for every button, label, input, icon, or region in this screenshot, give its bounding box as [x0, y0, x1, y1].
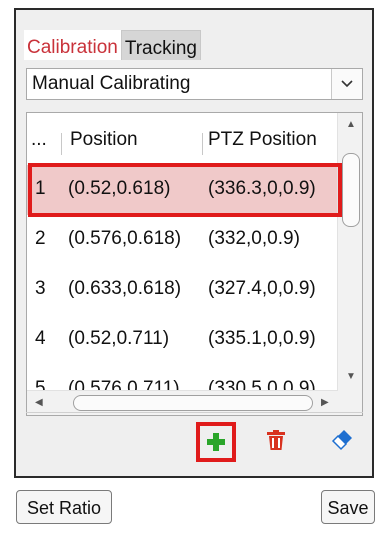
delete-point-button[interactable]: [260, 424, 292, 456]
row-position: (0.633,0.618): [68, 278, 182, 299]
horizontal-scroll-thumb[interactable]: [73, 395, 313, 411]
column-divider[interactable]: [202, 133, 203, 155]
row-position: (0.52,0.618): [68, 178, 171, 199]
row-ptz-position: (336.3,0,0.9): [208, 178, 316, 199]
tab-calibration[interactable]: Calibration: [24, 30, 121, 60]
vertical-scrollbar[interactable]: ▲ ▼: [337, 113, 362, 391]
column-divider[interactable]: [61, 133, 62, 155]
table-row[interactable]: 2 (0.576,0.618) (332,0,0.9): [27, 215, 338, 265]
scroll-right-arrow-icon[interactable]: ▶: [321, 397, 329, 408]
list-header: ... Position PTZ Position: [27, 113, 338, 169]
row-index: 2: [35, 228, 46, 249]
mode-select[interactable]: Manual Calibrating: [26, 68, 363, 100]
save-button[interactable]: Save: [321, 490, 375, 524]
tab-bar: Calibration Tracking: [24, 30, 201, 60]
row-index: 4: [35, 328, 46, 349]
scroll-left-arrow-icon[interactable]: ◀: [35, 397, 43, 408]
table-row[interactable]: 1 (0.52,0.618) (336.3,0,0.9): [27, 165, 338, 215]
row-index: 3: [35, 278, 46, 299]
calibration-point-list: ... Position PTZ Position 1 (0.52,0.618)…: [26, 112, 363, 416]
column-header-ptz-position[interactable]: PTZ Position: [208, 129, 317, 151]
mode-select-value: Manual Calibrating: [32, 73, 191, 94]
row-ptz-position: (327.4,0,0.9): [208, 278, 316, 299]
row-position: (0.576,0.618): [68, 228, 182, 249]
add-point-button[interactable]: [196, 422, 236, 462]
clear-points-button[interactable]: [326, 424, 358, 456]
column-header-position[interactable]: Position: [70, 129, 138, 151]
vertical-scroll-thumb[interactable]: [342, 153, 360, 227]
row-ptz-position: (335.1,0,0.9): [208, 328, 316, 349]
table-row[interactable]: 3 (0.633,0.618) (327.4,0,0.9): [27, 265, 338, 315]
scroll-up-arrow-icon[interactable]: ▲: [346, 119, 356, 130]
row-index: 1: [35, 178, 46, 199]
eraser-icon: [331, 430, 352, 451]
set-ratio-button[interactable]: Set Ratio: [16, 490, 112, 524]
scroll-down-arrow-icon[interactable]: ▼: [346, 371, 356, 382]
column-header-index[interactable]: ...: [31, 129, 47, 151]
chevron-down-icon[interactable]: [331, 69, 362, 99]
toolbar-divider: [26, 412, 363, 413]
tab-tracking[interactable]: Tracking: [120, 30, 201, 60]
table-row[interactable]: 4 (0.52,0.711) (335.1,0,0.9): [27, 315, 338, 365]
trash-icon: [267, 430, 285, 450]
plus-icon: [207, 433, 225, 451]
row-position: (0.52,0.711): [68, 328, 170, 349]
row-ptz-position: (332,0,0.9): [208, 228, 300, 249]
